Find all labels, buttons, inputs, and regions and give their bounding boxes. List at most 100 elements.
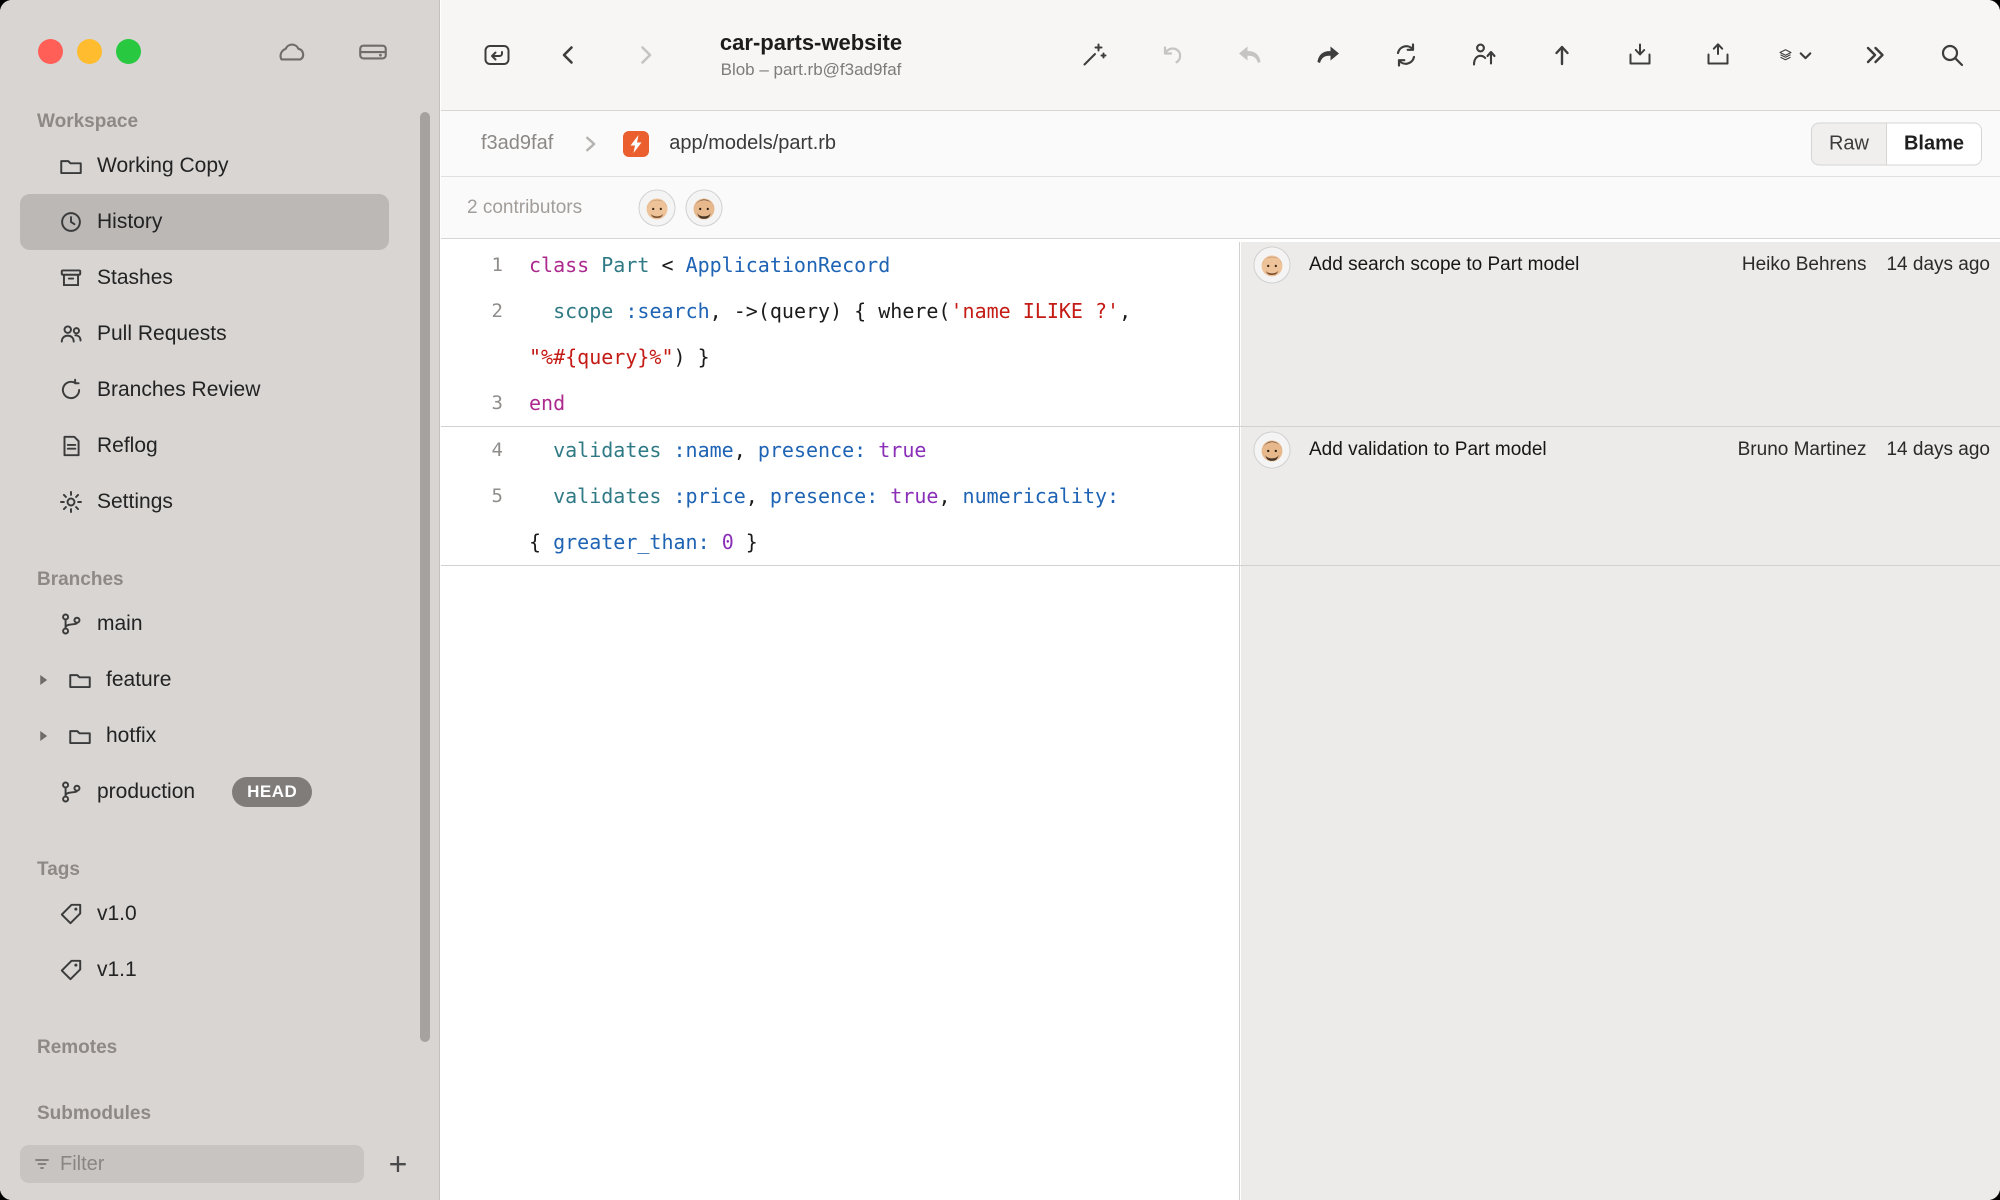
disclosure-icon[interactable] — [32, 725, 54, 747]
settings-icon — [58, 489, 84, 515]
chevron-right-icon — [579, 133, 601, 155]
cherry-pick-button[interactable] — [1310, 37, 1346, 73]
fetch-button[interactable] — [1388, 37, 1424, 73]
sidebar-scrollbar[interactable] — [420, 112, 430, 1042]
code-line: 1class Part < ApplicationRecord — [441, 242, 1241, 288]
sidebar-item-label: Reflog — [97, 434, 158, 458]
section-header-tags: Tags — [0, 854, 439, 886]
sidebar-nav: WorkspaceWorking CopyHistoryStashesPull … — [0, 0, 439, 1128]
sidebar-item-label: v1.1 — [97, 958, 137, 982]
line-number: 5 — [441, 485, 503, 507]
sidebar-item-v1-0[interactable]: v1.0 — [20, 886, 389, 942]
sidebar-item-label: production — [97, 780, 195, 804]
view-toggle-blame[interactable]: Blame — [1886, 123, 1981, 164]
sidebar-item-label: Pull Requests — [97, 322, 227, 346]
push-button[interactable] — [1544, 37, 1580, 73]
sidebar-item-label: Working Copy — [97, 154, 229, 178]
commit-message: Add search scope to Part model — [1309, 254, 1742, 276]
search-button[interactable] — [1934, 37, 1970, 73]
commit-date: 14 days ago — [1886, 254, 1990, 276]
branches-layers-button[interactable] — [1778, 37, 1814, 73]
code-text: { greater_than: 0 } — [529, 530, 758, 554]
sidebar-item-working-copy[interactable]: Working Copy — [20, 138, 389, 194]
back-button[interactable] — [551, 37, 587, 73]
sidebar-item-pull-requests[interactable]: Pull Requests — [20, 306, 389, 362]
sidebar-item-label: v1.0 — [97, 902, 137, 926]
revert-button — [1232, 37, 1268, 73]
jump-to-working-copy-button[interactable] — [479, 37, 515, 73]
undo-button — [1154, 37, 1190, 73]
line-number: 2 — [441, 300, 503, 322]
more-actions-button[interactable] — [1856, 37, 1892, 73]
sidebar-item-production[interactable]: productionHEAD — [20, 764, 389, 820]
view-toggle: RawBlame — [1811, 122, 1982, 165]
code-line: 4 validates :name, presence: true — [441, 427, 1241, 473]
sidebar-item-stashes[interactable]: Stashes — [20, 250, 389, 306]
disclosure-icon[interactable] — [32, 669, 54, 691]
pull-request-icon — [58, 321, 84, 347]
view-subtitle: Blob – part.rb@f3ad9faf — [721, 60, 902, 80]
commit-author: Bruno Martinez — [1738, 439, 1867, 461]
toolbar-left-group — [441, 37, 663, 73]
sidebar-item-feature[interactable]: feature — [20, 652, 389, 708]
unstash-button[interactable] — [1700, 37, 1736, 73]
section-workspace: WorkspaceWorking CopyHistoryStashesPull … — [0, 106, 439, 530]
commit-hash[interactable]: f3ad9faf — [481, 132, 553, 155]
sidebar-item-reflog[interactable]: Reflog — [20, 418, 389, 474]
commit-author: Heiko Behrens — [1742, 254, 1867, 276]
folder-icon — [67, 667, 93, 693]
forward-button — [627, 37, 663, 73]
toolbar: car-parts-website Blob – part.rb@f3ad9fa… — [441, 0, 2000, 111]
filter-field[interactable] — [20, 1145, 364, 1183]
avatar-1 — [638, 189, 676, 227]
section-remotes: Remotes — [0, 1032, 439, 1064]
contributors-label: 2 contributors — [467, 197, 582, 219]
sidebar-item-label: hotfix — [106, 724, 156, 748]
code-line: 5 validates :price, presence: true, nume… — [441, 473, 1241, 519]
app-window: WorkspaceWorking CopyHistoryStashesPull … — [0, 0, 2000, 1200]
sidebar-item-label: History — [97, 210, 162, 234]
blame-commit-row[interactable]: Add search scope to Part modelHeiko Behr… — [1241, 242, 2000, 288]
code-text: class Part < ApplicationRecord — [529, 253, 890, 277]
filter-icon — [32, 1154, 52, 1174]
sidebar-item-settings[interactable]: Settings — [20, 474, 389, 530]
sidebar-item-main[interactable]: main — [20, 596, 389, 652]
branches-review-icon — [58, 377, 84, 403]
sidebar-item-hotfix[interactable]: hotfix — [20, 708, 389, 764]
commit-message: Add validation to Part model — [1309, 439, 1738, 461]
interactive-rebase-button[interactable] — [1466, 37, 1502, 73]
code-block: 1class Part < ApplicationRecord2 scope :… — [441, 242, 1241, 426]
stash-button[interactable] — [1622, 37, 1658, 73]
chevron-down-icon — [1797, 47, 1814, 64]
sidebar-item-v1-1[interactable]: v1.1 — [20, 942, 389, 998]
folder-icon — [58, 153, 84, 179]
blame-commit-row[interactable]: Add validation to Part modelBruno Martin… — [1241, 427, 2000, 473]
repo-title: car-parts-website — [720, 30, 902, 56]
avatar-2 — [1253, 431, 1291, 469]
main-area: car-parts-website Blob – part.rb@f3ad9fa… — [441, 0, 2000, 1200]
filter-input[interactable] — [60, 1153, 352, 1176]
section-header-branches: Branches — [0, 564, 439, 596]
code-block: 4 validates :name, presence: true5 valid… — [441, 427, 1241, 565]
file-breadcrumb-bar: f3ad9faf app/models/part.rb RawBlame — [441, 111, 2000, 177]
stashes-icon — [58, 265, 84, 291]
sidebar: WorkspaceWorking CopyHistoryStashesPull … — [0, 0, 440, 1200]
sidebar-item-branches-review[interactable]: Branches Review — [20, 362, 389, 418]
view-toggle-raw[interactable]: Raw — [1812, 123, 1886, 164]
avatar-2 — [685, 189, 723, 227]
section-tags: Tags v1.0 v1.1 — [0, 854, 439, 998]
tag-icon — [58, 957, 84, 983]
code-line: 3end — [441, 380, 1241, 426]
window-title-block: car-parts-website Blob – part.rb@f3ad9fa… — [661, 0, 961, 110]
code-text: validates :name, presence: true — [529, 438, 926, 462]
section-submodules: Submodules — [0, 1098, 439, 1128]
blame-block-1: 1class Part < ApplicationRecord2 scope :… — [441, 242, 2000, 427]
blame-block-2: 4 validates :name, presence: true5 valid… — [441, 427, 2000, 566]
blame-content: 1class Part < ApplicationRecord2 scope :… — [441, 242, 2000, 1200]
branch-icon — [58, 779, 84, 805]
add-button[interactable]: + — [380, 1146, 416, 1182]
sidebar-item-history[interactable]: History — [20, 194, 389, 250]
sidebar-item-label: Stashes — [97, 266, 173, 290]
quick-launch-button[interactable] — [1076, 37, 1112, 73]
sidebar-filter-bar: + — [0, 1128, 439, 1200]
